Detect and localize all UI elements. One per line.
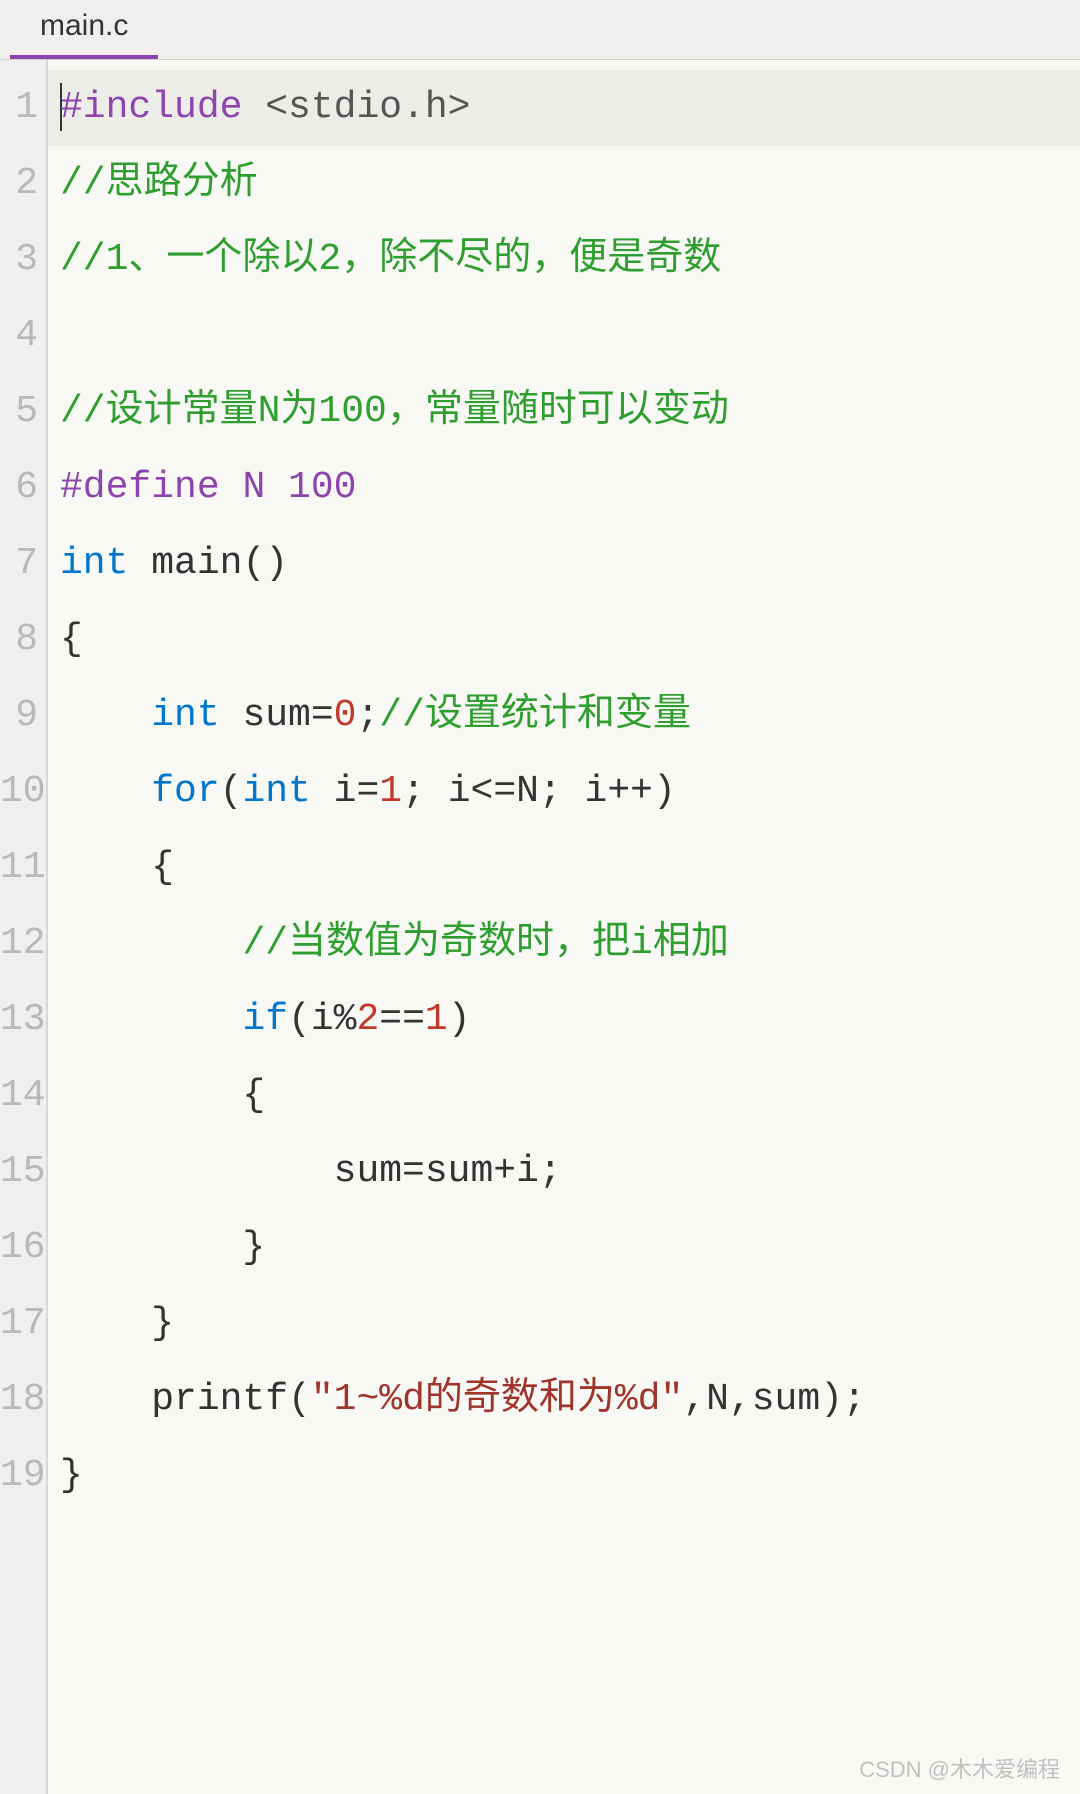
code-line[interactable]: } (60, 1210, 1080, 1286)
code-line[interactable]: if(i%2==1) (60, 982, 1080, 1058)
code-line[interactable] (60, 298, 1080, 374)
line-number: 2 (0, 146, 46, 222)
code-line[interactable]: } (60, 1286, 1080, 1362)
line-number-gutter: 1 2 3 4 5 6 7 8 9 10 11 12 13 14 15 16 1… (0, 60, 46, 1794)
code-line[interactable]: { (60, 602, 1080, 678)
line-number: 10 (0, 754, 46, 830)
code-editor[interactable]: 1 2 3 4 5 6 7 8 9 10 11 12 13 14 15 16 1… (0, 60, 1080, 1794)
line-number: 9 (0, 678, 46, 754)
watermark: CSDN @木木爱编程 (859, 1752, 1060, 1784)
line-number: 7 (0, 526, 46, 602)
code-line[interactable]: for(int i=1; i<=N; i++) (60, 754, 1080, 830)
code-line[interactable]: int main() (60, 526, 1080, 602)
code-line[interactable]: int sum=0;//设置统计和变量 (60, 678, 1080, 754)
tab-main-c[interactable]: main.c (10, 0, 158, 59)
line-number: 8 (0, 602, 46, 678)
code-line[interactable]: printf("1~%d的奇数和为%d",N,sum); (60, 1362, 1080, 1438)
line-number: 17 (0, 1286, 46, 1362)
line-number: 6 (0, 450, 46, 526)
code-line[interactable]: //思路分析 (60, 146, 1080, 222)
code-area[interactable]: #include <stdio.h> //思路分析 //1、一个除以2，除不尽的… (46, 60, 1080, 1794)
line-number: 3 (0, 222, 46, 298)
code-line[interactable]: } (60, 1438, 1080, 1514)
code-line[interactable]: { (60, 830, 1080, 906)
line-number: 13 (0, 982, 46, 1058)
line-number: 19 (0, 1438, 46, 1514)
code-line[interactable]: //1、一个除以2，除不尽的，便是奇数 (60, 222, 1080, 298)
line-number: 18 (0, 1362, 46, 1438)
line-number: 14 (0, 1058, 46, 1134)
code-line[interactable]: //设计常量N为100，常量随时可以变动 (60, 374, 1080, 450)
code-line[interactable]: #include <stdio.h> (48, 70, 1080, 146)
line-number: 4 (0, 298, 46, 374)
code-line[interactable]: { (60, 1058, 1080, 1134)
line-number: 1 (0, 70, 46, 146)
line-number: 5 (0, 374, 46, 450)
tab-bar: main.c (0, 0, 1080, 60)
line-number: 16 (0, 1210, 46, 1286)
code-line[interactable]: sum=sum+i; (60, 1134, 1080, 1210)
line-number: 12 (0, 906, 46, 982)
line-number: 15 (0, 1134, 46, 1210)
code-line[interactable]: //当数值为奇数时，把i相加 (60, 906, 1080, 982)
code-line[interactable]: #define N 100 (60, 450, 1080, 526)
line-number: 11 (0, 830, 46, 906)
